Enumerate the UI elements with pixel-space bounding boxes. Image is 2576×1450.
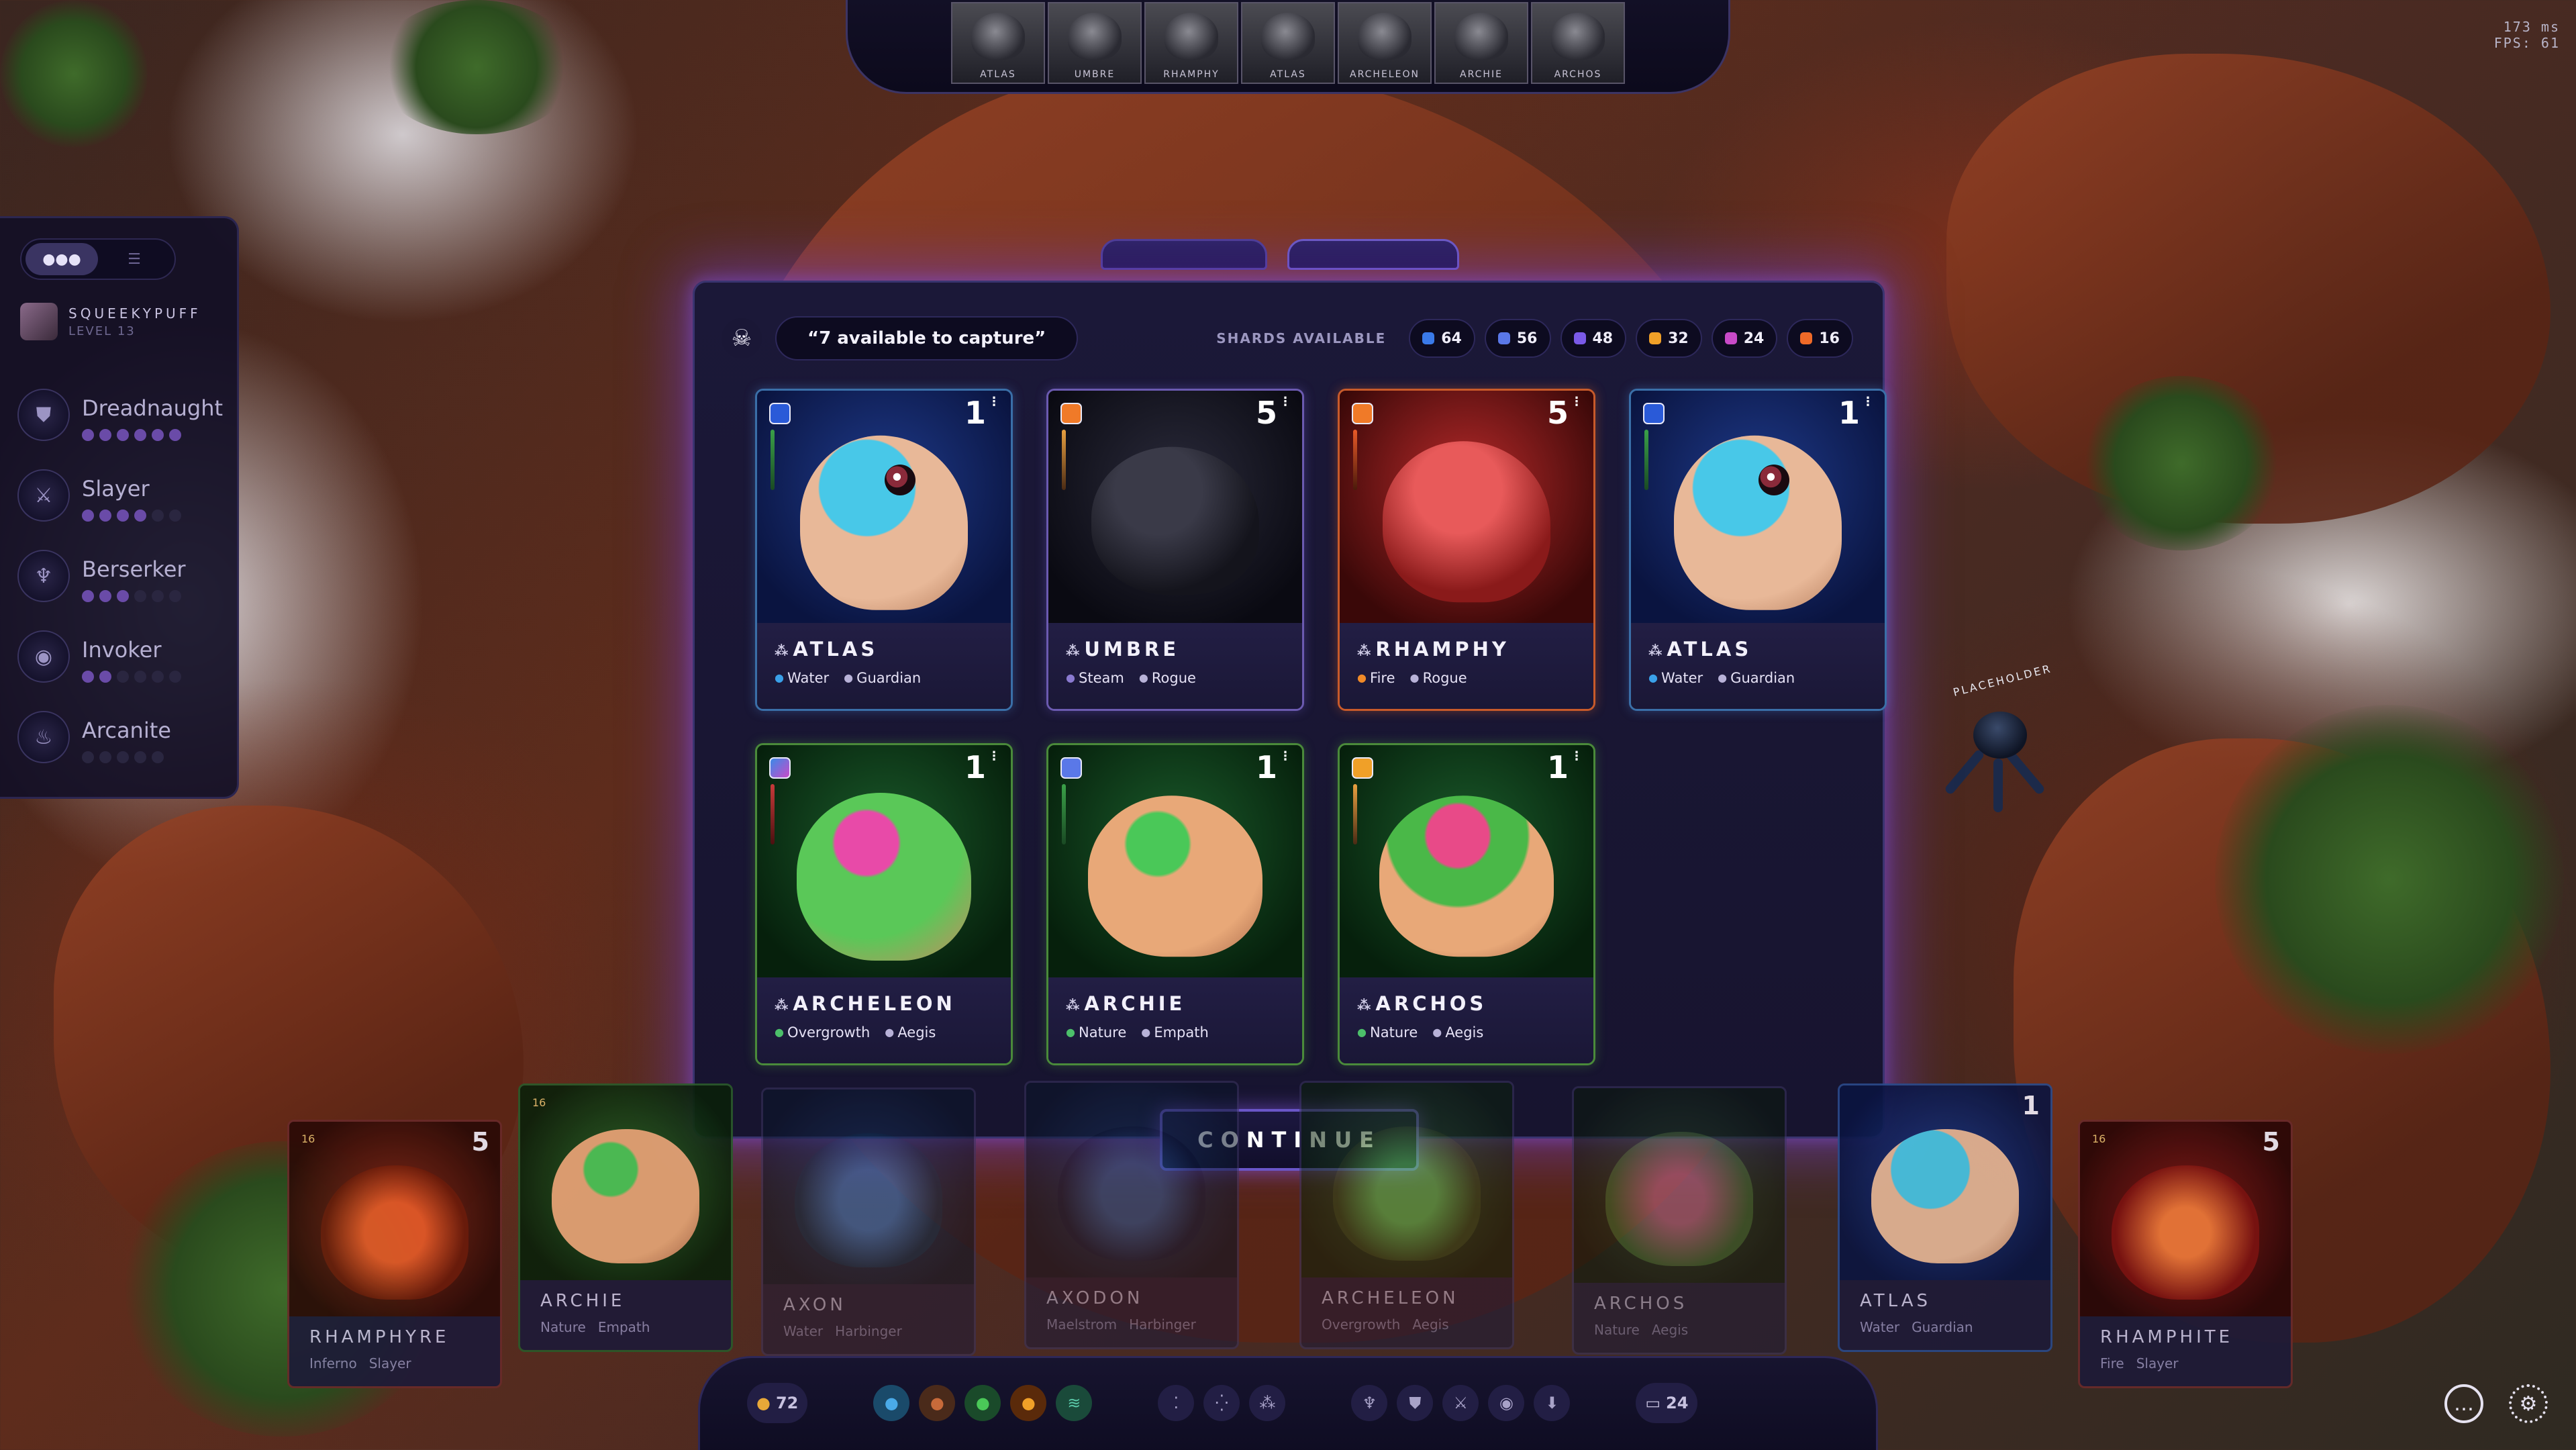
- card-stack-icon: ▭: [1645, 1394, 1661, 1412]
- capture-card[interactable]: 1⋮ ATLAS WaterGuardian: [755, 389, 1013, 711]
- eye-icon[interactable]: ◉: [1488, 1385, 1525, 1421]
- latency-text: 173 ms: [2503, 19, 2560, 35]
- drop-icon[interactable]: ⬇: [1534, 1385, 1571, 1421]
- class-pips: [82, 429, 223, 441]
- shield-icon[interactable]: ⛊: [1397, 1385, 1434, 1421]
- foliage: [0, 0, 148, 148]
- roster-slot[interactable]: ATLAS: [1241, 2, 1335, 84]
- shards-label: SHARDS AVAILABLE: [1216, 330, 1387, 346]
- performance-readout: 173 ms FPS: 61: [2494, 19, 2560, 51]
- foliage: [2081, 376, 2282, 550]
- list-view-icon[interactable]: ☰: [98, 243, 170, 275]
- modal-header: ☠ “7 available to capture” SHARDS AVAILA…: [722, 316, 1853, 360]
- avatar: [20, 303, 58, 340]
- capture-card[interactable]: 1⋮ ATLAS WaterGuardian: [1629, 389, 1887, 711]
- roster-slot[interactable]: RHAMPHY: [1144, 2, 1238, 84]
- class-pips: [82, 510, 181, 522]
- dots-view-icon[interactable]: ●●●: [26, 243, 98, 275]
- available-to-capture-pill: “7 available to capture”: [775, 316, 1079, 360]
- fang-icon: ♆: [17, 550, 70, 602]
- capture-card[interactable]: 1⋮ ARCHELEON OvergrowthAegis: [755, 743, 1013, 1065]
- tier-two-icon[interactable]: ⁛: [1203, 1385, 1240, 1421]
- coin-icon: ●: [756, 1394, 771, 1412]
- class-item-berserker[interactable]: ♆ Berserker: [17, 550, 223, 630]
- hand-card[interactable]: ARCHOS Nature Aegis: [1572, 1086, 1787, 1355]
- modal-tabs: [1101, 239, 1459, 270]
- capture-mask-icon: ☠: [722, 318, 762, 358]
- settings-gear-icon[interactable]: ⚙: [2509, 1384, 2548, 1423]
- modal-tab-active[interactable]: [1287, 239, 1459, 270]
- player-name: SQUEEKYPUFF: [68, 305, 201, 322]
- capture-card[interactable]: 5⋮ RHAMPHY FireRogue: [1338, 389, 1595, 711]
- fire-element-icon[interactable]: ●: [1010, 1385, 1047, 1421]
- top-roster: ATLAS UMBRE RHAMPHY ATLAS ARCHELEON ARCH…: [846, 0, 1730, 94]
- capture-modal: ☠ “7 available to capture” SHARDS AVAILA…: [693, 281, 1887, 1139]
- capture-card[interactable]: 1⋮ ARCHOS NatureAegis: [1338, 743, 1595, 1065]
- player-panel: ●●● ☰ SQUEEKYPUFF LEVEL 13 ⛊ Dreadnaught…: [0, 216, 239, 799]
- roster-slot[interactable]: ARCHOS: [1531, 2, 1625, 84]
- shard-counter: 56: [1484, 319, 1551, 358]
- roster-slot[interactable]: UMBRE: [1048, 2, 1142, 84]
- hand-card[interactable]: 16 5 RHAMPHITE Fire Slayer: [2078, 1120, 2293, 1388]
- tier-one-icon[interactable]: ⁚: [1158, 1385, 1195, 1421]
- shard-counter: 64: [1409, 319, 1475, 358]
- roster-slot[interactable]: ARCHIE: [1434, 2, 1528, 84]
- class-item-slayer[interactable]: ⚔ Slayer: [17, 469, 223, 550]
- class-pips: [82, 751, 171, 763]
- wind-element-icon[interactable]: ≋: [1056, 1385, 1093, 1421]
- fps-text: FPS: 61: [2493, 35, 2560, 51]
- chat-icon[interactable]: …: [2444, 1384, 2483, 1423]
- unit-label: PLACEHOLDER: [1951, 662, 2054, 699]
- fang-icon[interactable]: ♆: [1351, 1385, 1388, 1421]
- eye-icon: ◉: [17, 630, 70, 683]
- tier-three-icon[interactable]: ⁂: [1249, 1385, 1286, 1421]
- hand-card[interactable]: 1 ATLAS Water Guardian: [1838, 1083, 2052, 1352]
- flame-icon: ♨: [17, 711, 70, 763]
- roster-slot[interactable]: ARCHELEON: [1338, 2, 1432, 84]
- player-profile: SQUEEKYPUFF LEVEL 13: [20, 303, 201, 340]
- water-element-icon[interactable]: ●: [873, 1385, 910, 1421]
- foliage: [376, 0, 577, 134]
- roster-slot[interactable]: ATLAS: [951, 2, 1045, 84]
- class-synergy-list: ⛊ Dreadnaught ⚔ Slayer ♆ Berserker ◉ Inv…: [17, 389, 223, 791]
- shard-counter: 16: [1787, 319, 1853, 358]
- shield-crest-icon: ⛊: [17, 389, 70, 441]
- class-pips: [82, 590, 186, 602]
- claw-icon[interactable]: ⚔: [1442, 1385, 1479, 1421]
- view-toggle[interactable]: ●●● ☰: [20, 238, 176, 280]
- hand-card[interactable]: 16 ARCHIE Nature Empath: [518, 1083, 733, 1352]
- hand-card[interactable]: 16 5 RHAMPHYRE Inferno Slayer: [287, 1120, 502, 1388]
- hand-card[interactable]: ARCHELEON Overgrowth Aegis: [1299, 1081, 1514, 1349]
- class-item-arcanite[interactable]: ♨ Arcanite: [17, 711, 223, 791]
- capture-card[interactable]: 1⋮ ARCHIE NatureEmpath: [1046, 743, 1304, 1065]
- bottom-action-bar: ● 72 ● ● ● ● ≋ ⁚ ⁛ ⁂ ♆ ⛊ ⚔ ◉ ⬇ ▭ 24: [698, 1356, 1878, 1450]
- foliage: [2215, 705, 2564, 1054]
- class-item-invoker[interactable]: ◉ Invoker: [17, 630, 223, 711]
- capture-card[interactable]: 5⋮ UMBRE SteamRogue: [1046, 389, 1304, 711]
- deck-counter[interactable]: ▭ 24: [1636, 1383, 1698, 1423]
- gold-counter: ● 72: [747, 1383, 808, 1423]
- claw-icon: ⚔: [17, 469, 70, 522]
- player-level: LEVEL 13: [68, 324, 136, 338]
- modal-tab[interactable]: [1101, 239, 1267, 270]
- nature-element-icon[interactable]: ●: [964, 1385, 1001, 1421]
- board-unit-placeholder[interactable]: PLACEHOLDER: [1933, 658, 2054, 826]
- class-item-dreadnaught[interactable]: ⛊ Dreadnaught: [17, 389, 223, 469]
- shard-counter: 48: [1560, 319, 1627, 358]
- earth-element-icon[interactable]: ●: [919, 1385, 956, 1421]
- shard-counter: 24: [1711, 319, 1778, 358]
- shard-counter: 32: [1636, 319, 1702, 358]
- class-pips: [82, 671, 181, 683]
- hand-card[interactable]: AXODON Maelstrom Harbinger: [1024, 1081, 1239, 1349]
- hand-card[interactable]: AXON Water Harbinger: [761, 1088, 976, 1356]
